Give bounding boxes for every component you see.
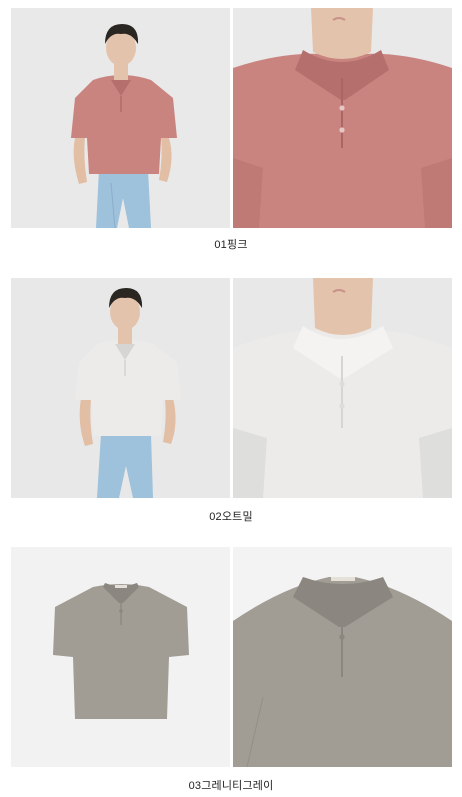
collar-closeup-oatmeal (233, 278, 452, 498)
color-caption: 01핑크 (214, 239, 248, 251)
photo-row (0, 278, 462, 498)
model-photo-oatmeal (11, 278, 230, 498)
photo-row (0, 547, 462, 767)
color-option-greige: 03그레니티그레이 (0, 547, 462, 792)
color-caption: 03그레니티그레이 (188, 780, 274, 792)
model-photo-pink (11, 8, 230, 228)
color-caption: 02오트밀 (209, 511, 253, 523)
garment-closeup-greige (233, 547, 452, 767)
photo-row (0, 8, 462, 228)
product-color-gallery: 01핑크 02오트밀 03그레니티그레이 (0, 0, 462, 797)
color-option-pink: 01핑크 (0, 8, 462, 251)
flat-garment-photo-greige (11, 547, 230, 767)
color-option-oatmeal: 02오트밀 (0, 278, 462, 523)
collar-closeup-pink (233, 8, 452, 228)
